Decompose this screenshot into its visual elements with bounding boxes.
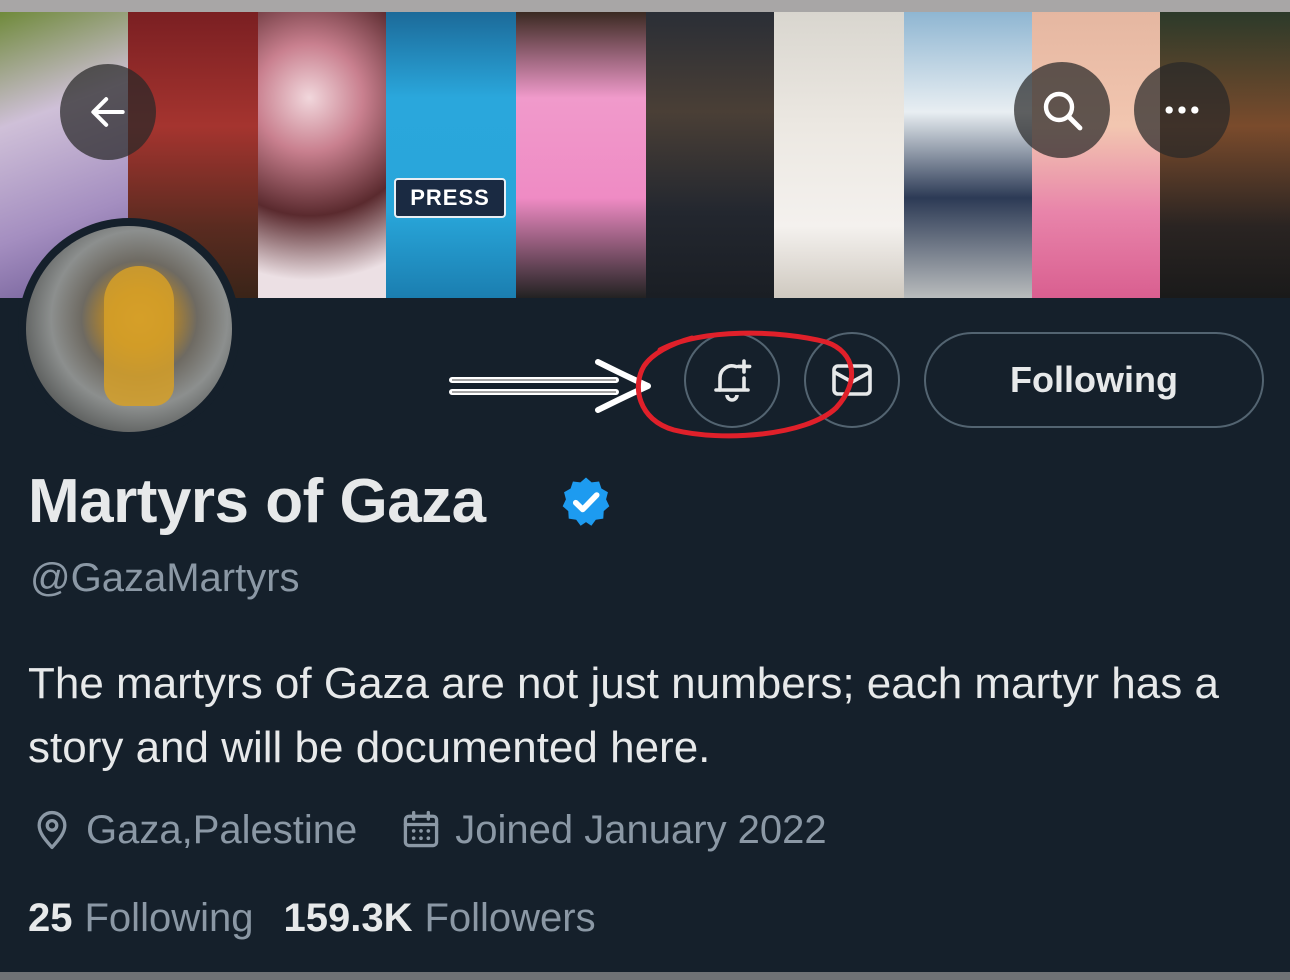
back-button[interactable] [60, 64, 156, 160]
banner-photo: PRESS [386, 12, 516, 298]
location-text: Gaza,Palestine [86, 807, 358, 852]
followers-stat-link[interactable]: 159.3K Followers [283, 896, 595, 941]
search-icon [1043, 91, 1083, 131]
banner-photo [904, 12, 1032, 298]
press-badge: PRESS [394, 178, 506, 218]
location-item: Gaza,Palestine [30, 808, 357, 853]
bottom-border-strip [0, 972, 1290, 980]
profile-bio: The martyrs of Gaza are not just numbers… [28, 659, 1219, 772]
envelope-icon [832, 364, 872, 396]
message-button[interactable] [804, 332, 900, 428]
joined-text: Joined January 2022 [455, 807, 827, 852]
followers-label: Followers [424, 895, 596, 940]
arrow-left-icon [91, 97, 125, 127]
more-horizontal-icon [1165, 106, 1199, 114]
bell-plus-icon [714, 359, 752, 402]
profile-display-name: Martyrs of Gaza [28, 467, 486, 536]
avatar-image [26, 226, 232, 432]
top-border-strip [0, 0, 1290, 12]
profile-avatar[interactable] [18, 218, 240, 440]
profile-handle: @GazaMartyrs [30, 556, 300, 600]
annotation-arrow [449, 359, 651, 413]
banner-photo [258, 12, 386, 298]
profile-meta: Gaza,Palestine Joined January 2022 [30, 802, 827, 858]
notify-button[interactable] [684, 332, 780, 428]
profile-stats: 25 Following 159.3K Followers [28, 890, 596, 946]
location-pin-icon [37, 810, 67, 850]
followers-count: 159.3K [283, 895, 413, 940]
joined-item: Joined January 2022 [399, 807, 827, 853]
search-button[interactable] [1014, 62, 1110, 158]
verified-badge-icon[interactable] [558, 474, 614, 530]
banner-photo [516, 12, 646, 298]
more-button[interactable] [1134, 62, 1230, 158]
banner-photo [646, 12, 774, 298]
following-label: Following [84, 895, 254, 940]
following-button[interactable]: Following [924, 332, 1264, 428]
calendar-icon [404, 810, 439, 848]
banner-photo [774, 12, 904, 298]
following-count: 25 [28, 895, 73, 940]
following-stat-link[interactable]: 25 Following [28, 896, 253, 941]
